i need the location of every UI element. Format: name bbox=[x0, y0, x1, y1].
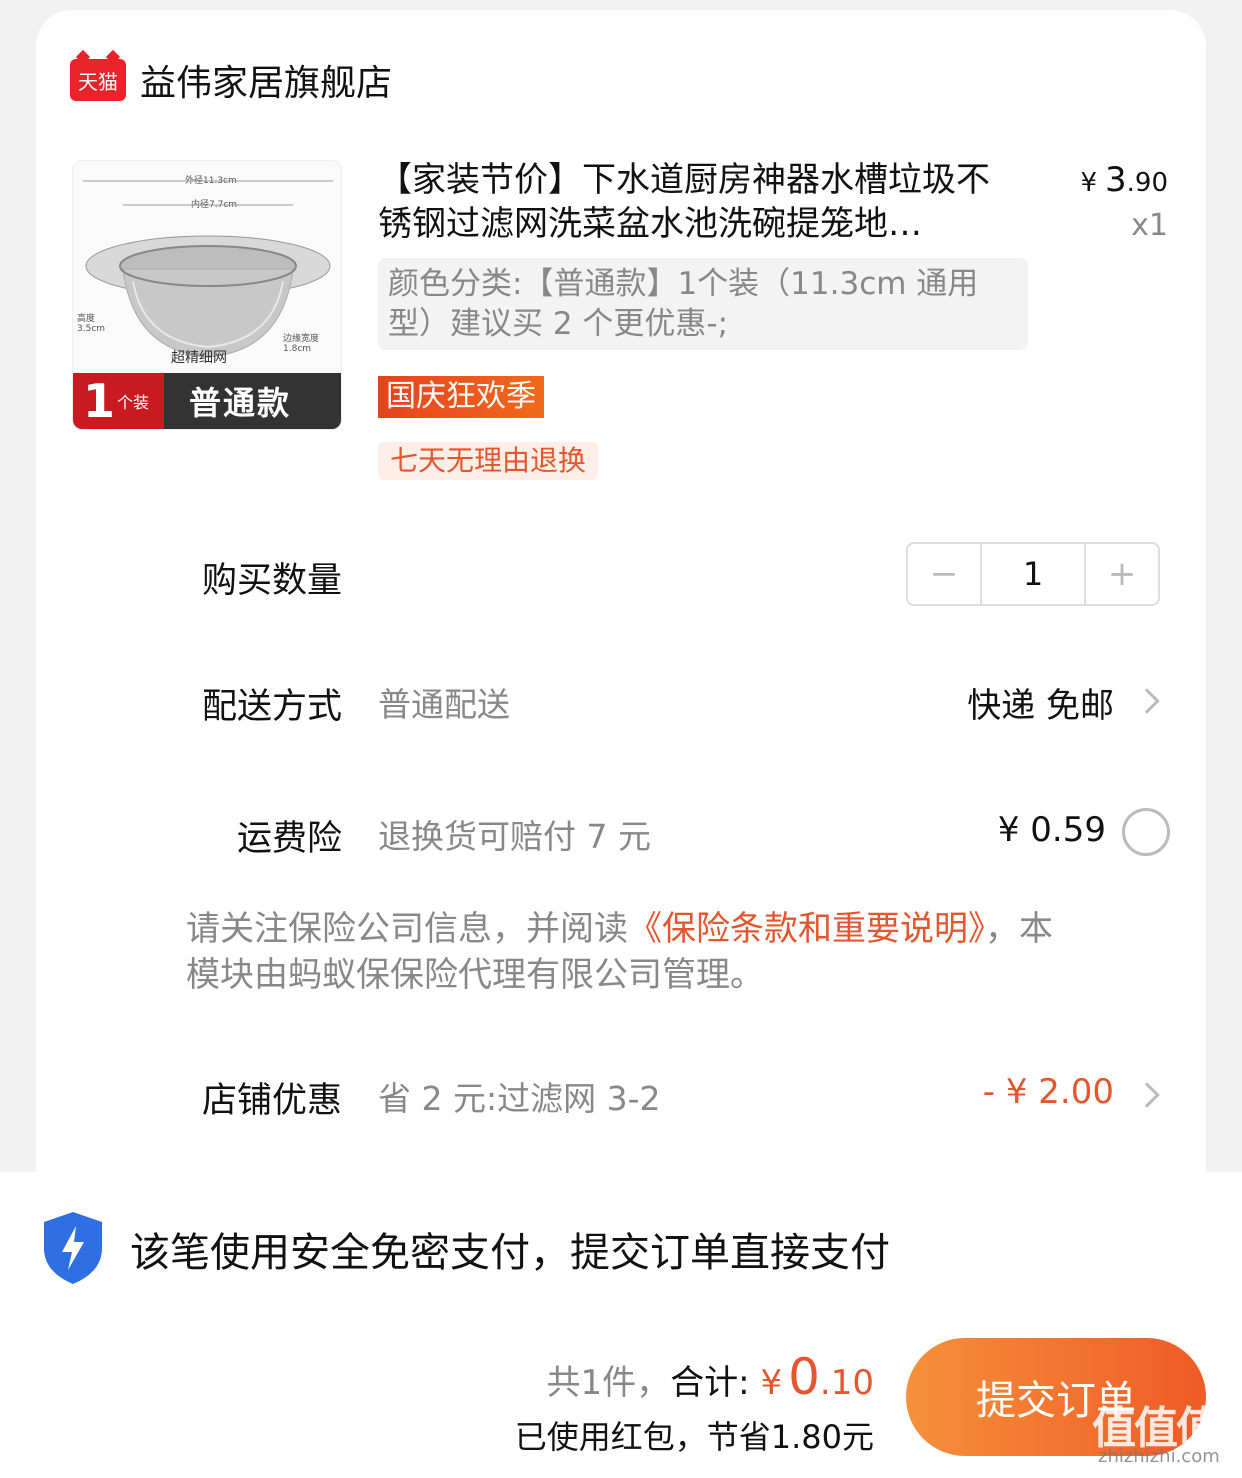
total-symbol: ¥ bbox=[760, 1363, 783, 1403]
tmall-logo-icon: 天猫 bbox=[70, 59, 126, 101]
increment-button[interactable]: + bbox=[1086, 544, 1158, 604]
total-dec: .10 bbox=[819, 1363, 874, 1403]
price-dec: .90 bbox=[1126, 168, 1168, 198]
product-price: ¥3.90 bbox=[1080, 160, 1168, 200]
shield-bolt-icon bbox=[44, 1212, 102, 1284]
payment-bar: 该笔使用安全免密支付，提交订单直接支付 共1件，合计: ¥0.10 已使用红包，… bbox=[0, 1172, 1242, 1478]
item-count: 共1件， bbox=[546, 1363, 671, 1403]
delivery-chevron-right-icon[interactable] bbox=[1134, 688, 1160, 714]
shop-discount-value[interactable]: - ¥ 2.00 bbox=[983, 1072, 1114, 1112]
return-tag: 七天无理由退换 bbox=[378, 442, 599, 480]
insurance-desc: 退换货可赔付 7 元 bbox=[378, 817, 651, 856]
total-amount: ¥0.10 bbox=[760, 1348, 874, 1406]
promo-tag: 国庆狂欢季 bbox=[378, 376, 544, 418]
decrement-button[interactable]: − bbox=[908, 544, 980, 604]
delivery-method: 普通配送 bbox=[378, 685, 510, 724]
insurance-notice: 请关注保险公司信息，并阅读《保险条款和重要说明》，本模块由蚂蚁保保险代理有限公司… bbox=[186, 906, 1086, 998]
total-label: 合计: bbox=[670, 1363, 750, 1403]
quantity-value[interactable]: 1 bbox=[980, 544, 1086, 604]
store-name[interactable]: 益伟家居旗舰店 bbox=[140, 54, 392, 106]
order-card: 天猫 益伟家居旗舰店 外径11.3cm 内径7.7cm 高度3.5cm 边缘宽度… bbox=[36, 10, 1206, 1210]
image-banner-kind: 普通款 bbox=[189, 384, 292, 422]
product-quantity: x1 bbox=[1131, 208, 1168, 243]
image-banner-unit: 个装 bbox=[117, 393, 150, 412]
quantity-label: 购买数量 bbox=[201, 561, 342, 601]
image-mesh-label: 超精细网 bbox=[171, 350, 227, 366]
store-header[interactable]: 天猫 益伟家居旗舰店 bbox=[70, 50, 392, 110]
insurance-radio[interactable] bbox=[1122, 808, 1170, 856]
shop-discount-desc: 省 2 元:过滤网 3-2 bbox=[378, 1079, 661, 1118]
watermark-site: zhizhizhi.com bbox=[1098, 1446, 1220, 1467]
price-symbol: ¥ bbox=[1080, 168, 1097, 198]
savings-text: 已使用红包，节省1.80元 bbox=[514, 1418, 874, 1456]
product-image[interactable]: 外径11.3cm 内径7.7cm 高度3.5cm 边缘宽度1.8cm 超精细网 … bbox=[72, 160, 342, 430]
image-banner: 1 个装 普通款 bbox=[73, 373, 341, 429]
secure-payment-text: 该笔使用安全免密支付，提交订单直接支付 bbox=[130, 1230, 890, 1276]
delivery-value[interactable]: 快递 免邮 bbox=[967, 678, 1114, 727]
delivery-label: 配送方式 bbox=[201, 687, 342, 727]
notice-prefix: 请关注保险公司信息，并阅读 bbox=[186, 909, 628, 949]
price-int: 3 bbox=[1105, 160, 1127, 200]
discount-chevron-right-icon[interactable] bbox=[1134, 1082, 1160, 1108]
shop-discount-label: 店铺优惠 bbox=[201, 1081, 342, 1121]
product-title[interactable]: 【家装节价】下水道厨房神器水槽垃圾不锈钢过滤网洗菜盆水池洗碗提笼地… bbox=[378, 158, 1018, 246]
product-spec[interactable]: 颜色分类:【普通款】1个装（11.3cm 通用型）建议买 2 个更优惠-; bbox=[378, 258, 1028, 350]
insurance-price: ¥ 0.59 bbox=[997, 810, 1106, 850]
total-int: 0 bbox=[788, 1348, 820, 1406]
image-banner-num: 1 bbox=[82, 374, 115, 428]
quantity-stepper[interactable]: − 1 + bbox=[906, 542, 1160, 606]
order-summary: 共1件，合计: ¥0.10 bbox=[547, 1348, 874, 1406]
insurance-terms-link[interactable]: 《保险条款和重要说明》 bbox=[628, 909, 985, 949]
insurance-label: 运费险 bbox=[236, 819, 342, 859]
